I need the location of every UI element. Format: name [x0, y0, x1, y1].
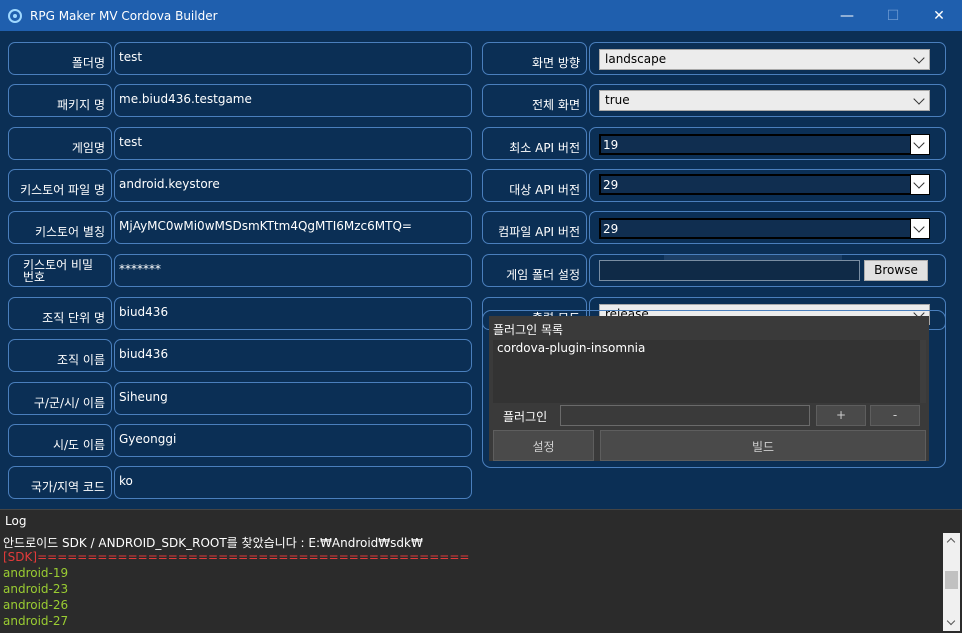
close-button[interactable]: ✕ — [916, 0, 962, 31]
chevron-down-icon — [913, 137, 925, 149]
min-api-label: 최소 API 버전 — [482, 127, 587, 160]
log-line: android-27 — [3, 614, 69, 628]
keystore-alias-label: 키스토어 별칭 — [8, 211, 112, 244]
keystore-alias-field[interactable]: MjAyMC0wMi0wMSDsmKTtm4QgMTI6Mzc6MTQ= — [114, 211, 472, 244]
chevron-down-icon — [913, 93, 925, 105]
game-folder-label: 게임 폴더 설정 — [482, 254, 587, 287]
package-name-field[interactable]: me.biud436.testgame — [114, 84, 472, 117]
city-field[interactable]: Siheung — [114, 382, 472, 415]
fullscreen-select[interactable]: true — [599, 90, 930, 111]
settings-button[interactable]: 설정 — [493, 430, 594, 461]
target-api-select[interactable]: 29 — [599, 174, 930, 195]
country-code-field[interactable]: ko — [114, 466, 472, 499]
log-scrollbar[interactable] — [943, 533, 960, 631]
log-line: android-19 — [3, 566, 69, 580]
scrollbar-thumb[interactable] — [945, 571, 958, 589]
fullscreen-label: 전체 화면 — [482, 84, 587, 117]
game-folder-input[interactable] — [599, 260, 860, 281]
plugin-input[interactable] — [560, 405, 810, 426]
game-name-field[interactable]: test — [114, 127, 472, 160]
compile-api-label: 컴파일 API 버전 — [482, 211, 587, 244]
log-header: Log — [0, 509, 962, 533]
org-name-field[interactable]: biud436 — [114, 339, 472, 372]
compile-api-select[interactable]: 29 — [599, 218, 930, 239]
chevron-down-icon[interactable] — [946, 616, 956, 626]
folder-name-field[interactable]: test — [114, 42, 472, 75]
target-api-label: 대상 API 버전 — [482, 169, 587, 202]
plugin-list-scrollbar[interactable] — [920, 340, 926, 403]
state-label: 시/도 이름 — [8, 424, 112, 457]
org-unit-field[interactable]: biud436 — [114, 297, 472, 330]
app-icon — [8, 8, 22, 23]
minimize-button[interactable]: — — [824, 0, 870, 31]
chevron-down-icon — [913, 177, 925, 189]
keystore-password-label: 키스토어 비밀번호 — [8, 254, 112, 287]
plugin-list-title: 플러그인 목록 — [493, 323, 564, 337]
remove-plugin-button[interactable]: - — [870, 405, 920, 426]
chevron-down-icon — [913, 221, 925, 233]
keystore-file-label: 키스토어 파일 명 — [8, 169, 112, 202]
state-field[interactable]: Gyeonggi — [114, 424, 472, 457]
game-name-label: 게임명 — [8, 127, 112, 160]
chevron-up-icon[interactable] — [946, 537, 956, 547]
orientation-label: 화면 방향 — [482, 42, 587, 75]
orientation-select[interactable]: landscape — [599, 49, 930, 70]
org-unit-label: 조직 단위 명 — [8, 297, 112, 330]
add-plugin-button[interactable]: + — [816, 405, 866, 426]
folder-name-label: 폴더명 — [8, 42, 112, 75]
log-line: android-26 — [3, 598, 69, 612]
org-name-label: 조직 이름 — [8, 339, 112, 372]
build-button[interactable]: 빌드 — [600, 430, 926, 461]
log-line: 안드로이드 SDK / ANDROID_SDK_ROOT를 찾았습니다 : E:… — [3, 536, 423, 550]
keystore-password-field[interactable]: ******* — [114, 254, 472, 287]
browse-button[interactable]: Browse — [864, 260, 928, 281]
window-title: RPG Maker MV Cordova Builder — [30, 8, 218, 23]
log-line: android-23 — [3, 582, 69, 596]
country-code-label: 국가/지역 코드 — [8, 466, 112, 499]
plugin-input-label: 플러그인 — [503, 410, 548, 424]
maximize-button[interactable]: ☐ — [870, 0, 916, 31]
city-label: 구/군/시/ 이름 — [8, 382, 112, 415]
chevron-down-icon — [913, 52, 925, 64]
log-output[interactable]: 안드로이드 SDK / ANDROID_SDK_ROOT를 찾았습니다 : E:… — [0, 533, 962, 633]
title-bar: RPG Maker MV Cordova Builder — ☐ ✕ — [0, 0, 962, 31]
log-line: [SDK]===================================… — [3, 550, 470, 564]
package-name-label: 패키지 명 — [8, 84, 112, 117]
min-api-select[interactable]: 19 — [599, 134, 930, 155]
keystore-file-field[interactable]: android.keystore — [114, 169, 472, 202]
list-item[interactable]: cordova-plugin-insomnia — [497, 341, 645, 355]
